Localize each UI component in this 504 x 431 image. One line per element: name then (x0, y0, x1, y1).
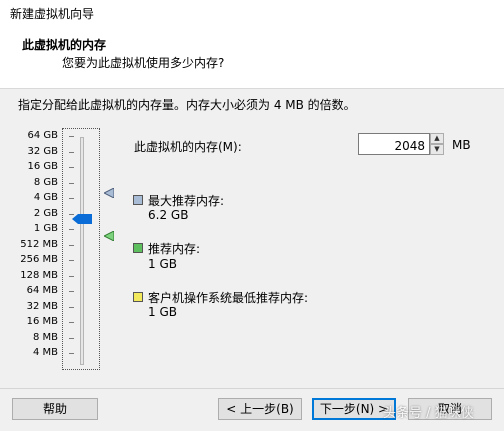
max-recommended-marker-icon (104, 188, 114, 198)
scale-label: 8 GB (33, 176, 58, 188)
max-recommended-square-icon (133, 195, 143, 205)
legend-max-title: 最大推荐内存: (148, 194, 225, 208)
memory-unit: MB (452, 138, 471, 152)
footer-separator (0, 388, 504, 389)
scale-tick (69, 151, 74, 153)
scale-label: 16 GB (27, 161, 58, 172)
instruction-text: 指定分配给此虚拟机的内存量。内存大小必须为 4 MB 的倍数。 (18, 98, 356, 112)
scale-label: 1 GB (33, 223, 58, 234)
page-subtitle: 您要为此虚拟机使用多少内存? (62, 56, 225, 70)
legend-recommended-value: 1 GB (148, 257, 177, 271)
memory-size-input[interactable] (358, 133, 430, 155)
scale-tick (69, 306, 74, 308)
scale-label: 64 GB (27, 130, 58, 141)
scale-label: 4 MB (32, 347, 58, 358)
scale-tick (69, 353, 74, 354)
guest-min-square-icon (133, 292, 143, 302)
scale-label: 512 MB (20, 238, 58, 250)
spin-down-button[interactable]: ▼ (430, 144, 444, 155)
scale-tick (69, 275, 74, 277)
back-button[interactable]: < 上一步(B) (218, 398, 302, 420)
legend-guest-min-value: 1 GB (148, 305, 177, 319)
memory-field-label: 此虚拟机的内存(M): (134, 140, 242, 154)
scale-label: 4 GB (33, 192, 58, 203)
scale-tick (69, 136, 74, 137)
recommended-marker-icon (104, 231, 114, 241)
scale-tick (69, 167, 74, 168)
window-title: 新建虚拟机向导 (10, 7, 95, 21)
scale-tick (69, 244, 74, 246)
scale-tick (69, 198, 74, 199)
watermark: 头条号 / 猫咪侠 (383, 406, 474, 421)
scale-tick (69, 229, 74, 230)
scale-tick (69, 291, 74, 292)
legend-recommended-title: 推荐内存: (148, 242, 201, 256)
scale-label: 8 MB (32, 331, 58, 343)
scale-label: 2 GB (33, 207, 58, 219)
legend-guest-min-title: 客户机操作系统最低推荐内存: (148, 291, 309, 305)
scale-tick (69, 182, 74, 184)
recommended-square-icon (133, 243, 143, 253)
scale-label: 32 GB (27, 145, 58, 157)
scale-label: 64 MB (26, 285, 58, 296)
scale-tick (69, 260, 74, 261)
scale-tick (69, 322, 74, 323)
page-title: 此虚拟机的内存 (22, 38, 107, 52)
memory-slider-thumb[interactable] (72, 214, 92, 224)
memory-slider-track[interactable] (80, 137, 84, 365)
help-button[interactable]: 帮助 (12, 398, 98, 420)
scale-label: 32 MB (26, 300, 58, 312)
wizard-header: 此虚拟机的内存 您要为此虚拟机使用多少内存? (0, 26, 504, 89)
scale-label: 256 MB (20, 254, 58, 265)
spin-up-button[interactable]: ▲ (430, 133, 444, 144)
scale-label: 16 MB (26, 316, 58, 327)
legend-max-value: 6.2 GB (148, 208, 189, 222)
window-titlebar: 新建虚拟机向导 (0, 0, 504, 26)
scale-tick (69, 337, 74, 339)
memory-spinner[interactable]: ▲ ▼ (430, 133, 444, 155)
scale-label: 128 MB (20, 269, 58, 281)
